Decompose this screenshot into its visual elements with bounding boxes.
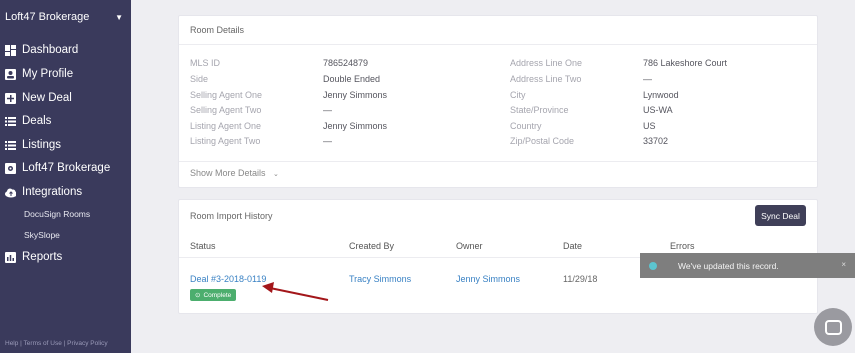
- toast-notification: We've updated this record. ×: [640, 253, 855, 278]
- sidebar-item-label: My Profile: [22, 68, 74, 80]
- sidebar-item-listings[interactable]: Listings: [5, 137, 61, 153]
- deal-link[interactable]: Deal #3-2018-0119: [190, 274, 266, 284]
- field-value: —: [323, 105, 332, 115]
- field-value: 33702: [643, 136, 669, 146]
- date-value: 11/29/18: [563, 274, 598, 284]
- status-badge: ⊙ Complete: [190, 289, 237, 301]
- close-icon[interactable]: ×: [841, 260, 846, 269]
- field-value: —: [323, 136, 332, 146]
- divider: [179, 161, 817, 162]
- chart-icon: [5, 251, 16, 263]
- sidebar-item-dashboard[interactable]: Dashboard: [5, 42, 78, 58]
- chat-icon: [824, 319, 842, 335]
- field-label: Selling Agent Two: [190, 105, 262, 115]
- list-icon: [5, 140, 16, 151]
- divider: [179, 44, 817, 45]
- sidebar-item-label: Reports: [22, 251, 63, 263]
- field-label: State/Province: [510, 105, 569, 115]
- column-header-date: Date: [563, 241, 583, 251]
- field-label: City: [510, 90, 526, 100]
- sidebar-item-label: Loft47 Brokerage: [22, 162, 111, 174]
- toast-message: We've updated this record.: [678, 260, 779, 271]
- field-label: Country: [510, 121, 542, 131]
- cloud-icon: [5, 187, 16, 198]
- brand-selector[interactable]: Loft47 Brokerage ▼: [5, 11, 127, 27]
- field-label: Listing Agent One: [190, 121, 262, 131]
- sync-deal-button[interactable]: Sync Deal: [755, 205, 806, 226]
- chevron-down-icon: ⌄: [273, 171, 279, 178]
- field-value: Lynwood: [643, 90, 679, 100]
- show-more-details-toggle[interactable]: Show More Details ⌄: [190, 168, 279, 178]
- sidebar: Loft47 Brokerage ▼ Dashboard My Profile …: [0, 0, 131, 353]
- field-value: Jenny Simmons: [323, 90, 388, 100]
- list-icon: [5, 116, 16, 127]
- card-title: Room Details: [190, 25, 245, 35]
- show-more-label: Show More Details: [190, 168, 266, 178]
- card-title: Room Import History: [190, 211, 273, 221]
- sidebar-item-my-profile[interactable]: My Profile: [5, 66, 73, 82]
- field-label: Side: [190, 74, 209, 84]
- sidebar-item-label: Dashboard: [22, 44, 79, 56]
- field-label: Selling Agent One: [190, 90, 263, 100]
- field-value: US: [643, 121, 656, 131]
- sidebar-item-reports[interactable]: Reports: [5, 249, 62, 265]
- chat-launcher-button[interactable]: [814, 308, 852, 346]
- column-header-owner: Owner: [456, 241, 483, 251]
- annotation-arrow-icon: [262, 282, 329, 301]
- dashboard-icon: [5, 44, 16, 56]
- column-header-status: Status: [190, 241, 216, 251]
- sidebar-item-integrations[interactable]: Integrations: [5, 184, 82, 200]
- check-circle-icon: ⊙: [195, 292, 201, 299]
- brand-name: Loft47 Brokerage: [5, 11, 90, 23]
- field-value: Jenny Simmons: [323, 121, 388, 131]
- created-by-link[interactable]: Tracy Simmons: [349, 274, 411, 284]
- sidebar-footer-links[interactable]: Help | Terms of Use | Privacy Policy: [5, 340, 108, 347]
- column-header-errors: Errors: [670, 241, 695, 251]
- field-value: —: [643, 74, 652, 84]
- profile-icon: [5, 68, 16, 80]
- sidebar-item-label: Listings: [22, 139, 61, 151]
- sidebar-item-brokerage[interactable]: Loft47 Brokerage: [5, 160, 110, 176]
- field-label: MLS ID: [190, 58, 221, 68]
- field-label: Address Line Two: [510, 74, 582, 84]
- column-header-created-by: Created By: [349, 241, 395, 251]
- sidebar-item-label: Deals: [22, 115, 52, 127]
- field-label: Zip/Postal Code: [510, 136, 575, 146]
- field-value: US-WA: [643, 105, 673, 115]
- status-dot-icon: [649, 261, 657, 270]
- plus-icon: [5, 92, 16, 104]
- status-badge-label: Complete: [203, 291, 232, 299]
- sidebar-item-label: New Deal: [22, 92, 72, 104]
- field-value: 786 Lakeshore Court: [643, 58, 728, 68]
- sidebar-item-new-deal[interactable]: New Deal: [5, 90, 72, 106]
- sidebar-item-label: Integrations: [22, 186, 83, 198]
- field-label: Listing Agent Two: [190, 136, 261, 146]
- caret-down-icon: ▼: [115, 13, 123, 22]
- room-details-card: Room Details MLS ID Side Selling Agent O…: [178, 15, 818, 188]
- owner-link[interactable]: Jenny Simmons: [456, 274, 520, 284]
- sidebar-item-deals[interactable]: Deals: [5, 113, 51, 129]
- field-label: Address Line One: [510, 58, 583, 68]
- field-value: 786524879: [323, 58, 369, 68]
- sidebar-subitem-docusign-rooms[interactable]: DocuSign Rooms: [24, 209, 90, 219]
- gear-icon: [5, 162, 16, 174]
- sidebar-subitem-skyslope[interactable]: SkySlope: [24, 230, 60, 240]
- field-value: Double Ended: [323, 74, 381, 84]
